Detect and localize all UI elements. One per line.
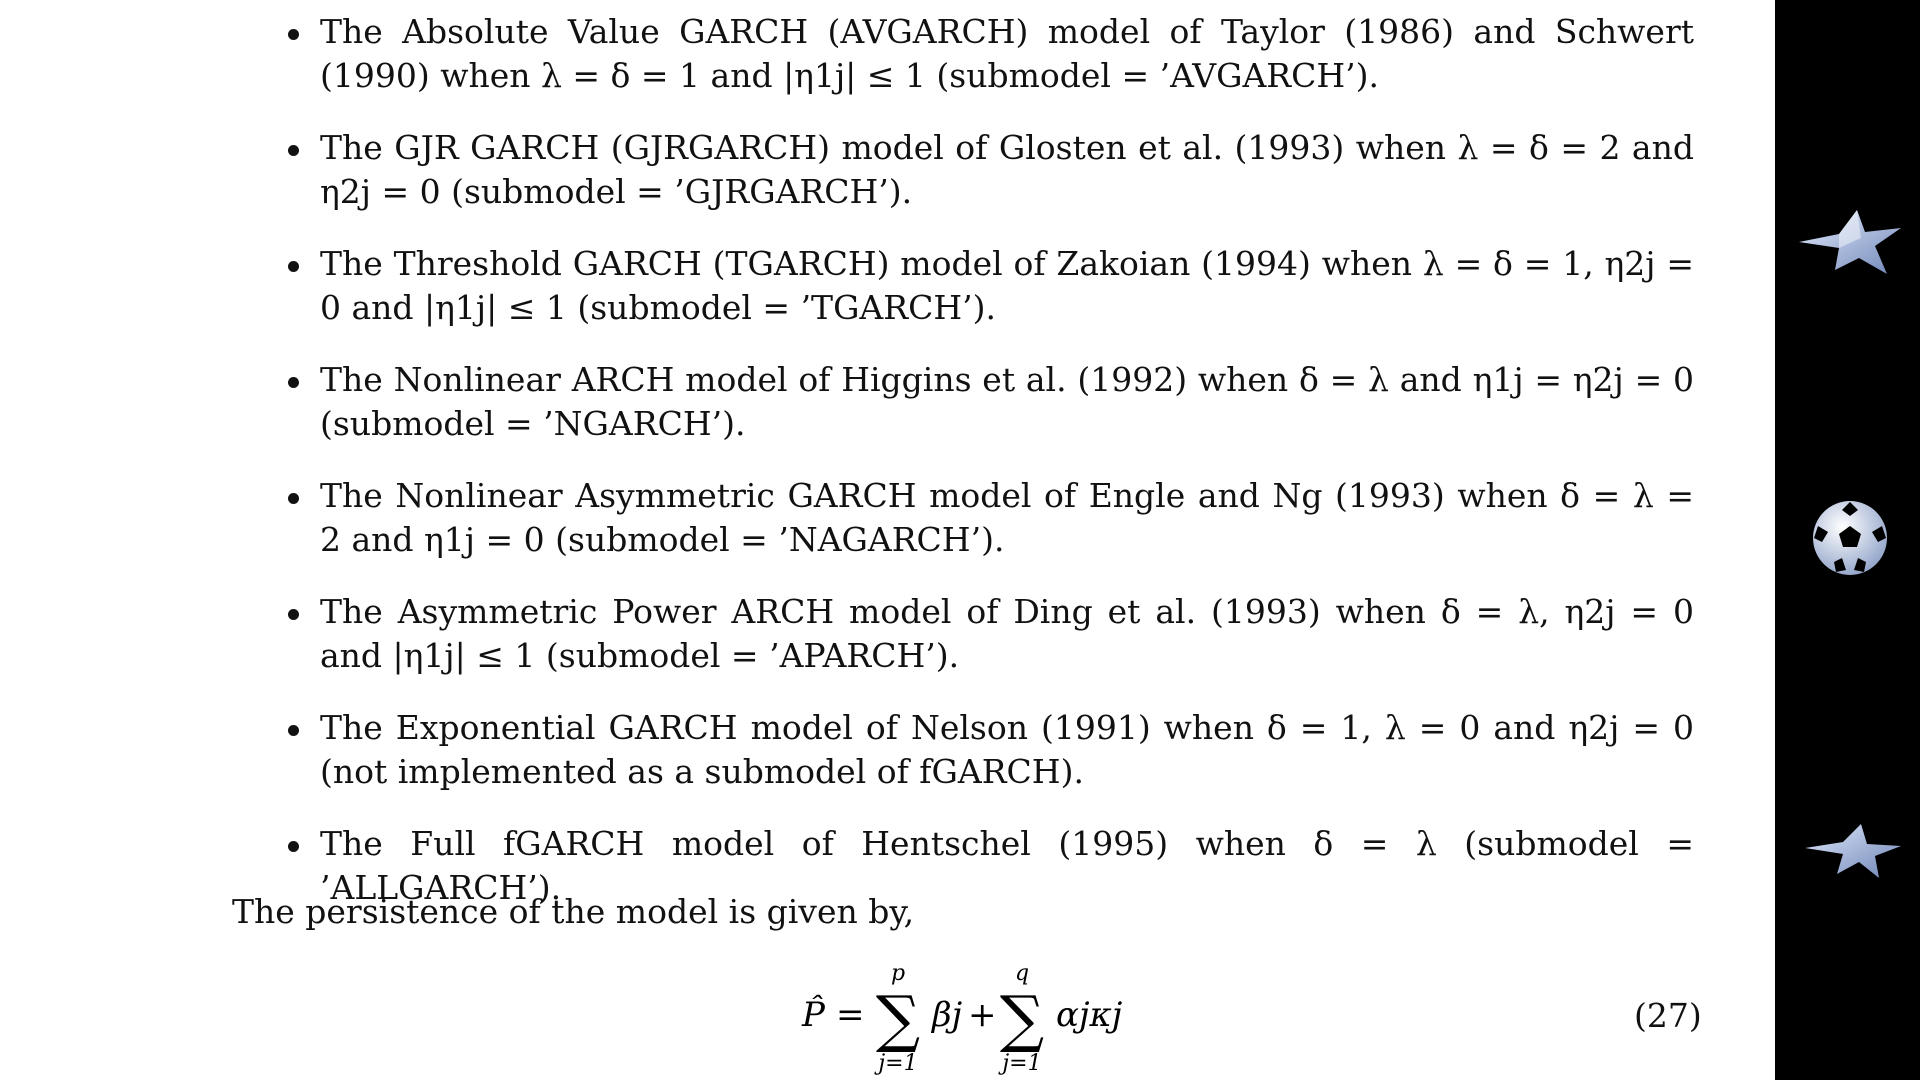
equation-number: (27) [1634,996,1702,1035]
equation-term-alpha-kappa: αjκj [1056,995,1123,1035]
list-item-text: The Nonlinear ARCH model of Higgins et a… [320,360,1694,443]
equation-plus: + [968,995,997,1035]
list-item-text: The Asymmetric Power ARCH model of Ding … [320,592,1694,675]
persistence-paragraph: The persistence of the model is given by… [232,892,915,931]
bullet-icon [288,29,299,40]
star-icon [1805,824,1901,878]
list-item: The Exponential GARCH model of Nelson (1… [278,706,1694,794]
list-item-text: The Nonlinear Asymmetric GARCH model of … [320,476,1694,559]
equation-lhs: P̂ [801,994,826,1035]
sum-symbol: ∑ [1000,982,1044,1055]
submodel-list: The Absolute Value GARCH (AVGARCH) model… [278,10,1694,938]
sum-lower-limit: j=1 [997,1051,1041,1076]
list-item: The Nonlinear ARCH model of Higgins et a… [278,358,1694,446]
equation-term-beta: βj [930,995,963,1035]
list-item: The Asymmetric Power ARCH model of Ding … [278,590,1694,678]
bullet-icon [288,145,299,156]
football-icon [1813,501,1887,575]
bullet-icon [288,261,299,272]
star-icon [1799,210,1901,274]
list-item-text: The Threshold GARCH (TGARCH) model of Za… [320,244,1694,327]
list-item: The GJR GARCH (GJRGARCH) model of Gloste… [278,126,1694,214]
bullet-icon [288,725,299,736]
list-item-text: The Absolute Value GARCH (AVGARCH) model… [320,12,1694,95]
bullet-icon [288,377,299,388]
list-item-text: The GJR GARCH (GJRGARCH) model of Gloste… [320,128,1694,211]
bullet-icon [288,609,299,620]
list-item-text: The Exponential GARCH model of Nelson (1… [320,708,1694,791]
persistence-equation: P̂ = p ∑ j=1 βj + q ∑ j=1 αjκj [801,961,1123,1076]
bullet-icon [288,841,299,852]
list-item: The Nonlinear Asymmetric GARCH model of … [278,474,1694,562]
document-page: The Absolute Value GARCH (AVGARCH) model… [0,0,1775,1080]
sum-symbol: ∑ [876,982,920,1055]
sum-lower-limit: j=1 [873,1051,917,1076]
equation-equals: = [836,995,865,1035]
bullet-icon [288,493,299,504]
list-item: The Threshold GARCH (TGARCH) model of Za… [278,242,1694,330]
list-item: The Absolute Value GARCH (AVGARCH) model… [278,10,1694,98]
decorative-sidebar [1775,0,1920,1080]
